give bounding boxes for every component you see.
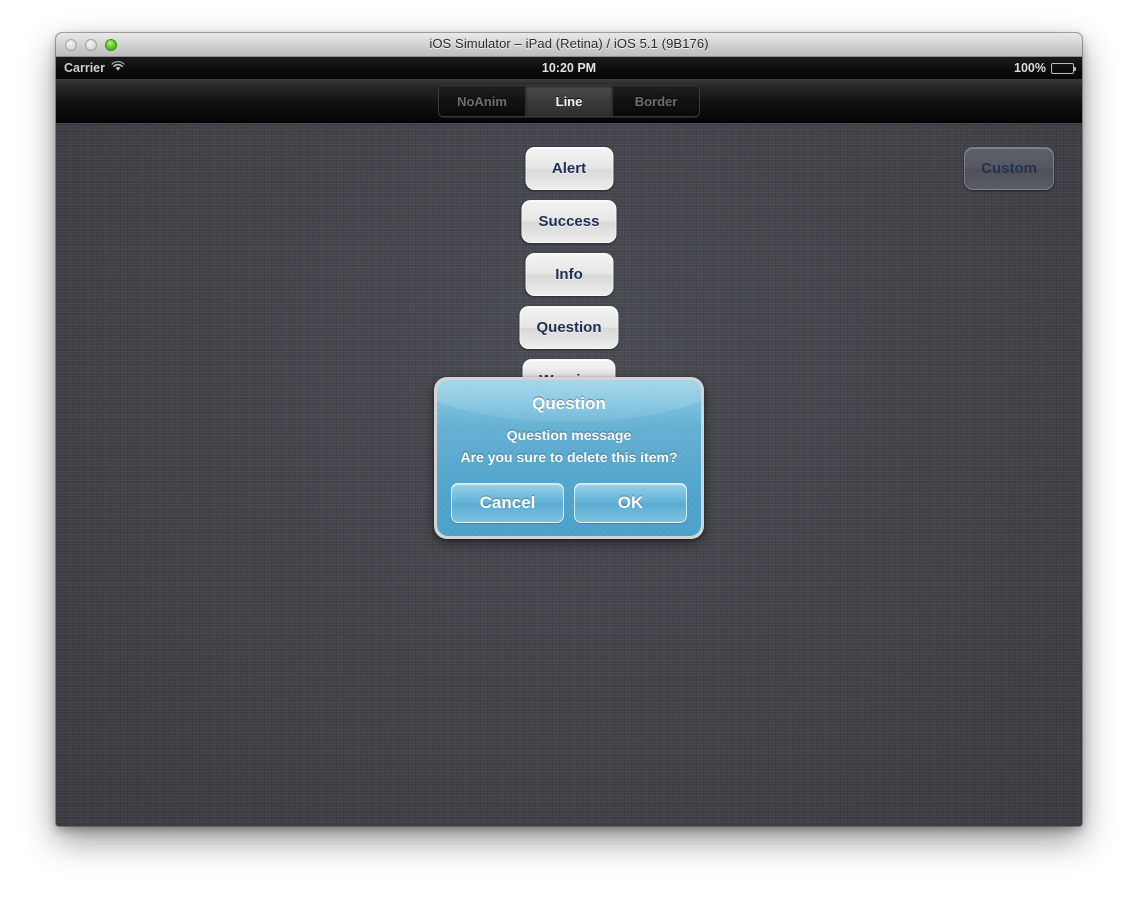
dialog-message: Question message Are you sure to delete … <box>451 425 687 468</box>
segment-noanim[interactable]: NoAnim <box>439 86 526 116</box>
success-button[interactable]: Success <box>521 200 617 243</box>
window-titlebar[interactable]: iOS Simulator – iPad (Retina) / iOS 5.1 … <box>56 33 1082 57</box>
window-title: iOS Simulator – iPad (Retina) / iOS 5.1 … <box>429 36 709 51</box>
navigation-bar: NoAnim Line Border <box>56 79 1082 123</box>
dialog-body: Question Question message Are you sure t… <box>437 380 701 536</box>
status-bar-clock: 10:20 PM <box>541 61 597 75</box>
battery-full-icon <box>1051 62 1076 74</box>
status-bar-right: 100% <box>1014 57 1076 79</box>
question-alert-dialog: Question Question message Are you sure t… <box>434 377 704 540</box>
dialog-button-row: Cancel OK <box>451 483 687 524</box>
info-button[interactable]: Info <box>524 253 613 296</box>
dialog-message-line-2: Are you sure to delete this item? <box>460 448 678 465</box>
screen-root: iOS Simulator – iPad (Retina) / iOS 5.1 … <box>0 0 1138 904</box>
app-content-area: Alert Success Info Question Warning Cust… <box>56 123 1082 826</box>
ios-status-bar: Carrier 10:20 PM 100% <box>56 57 1082 79</box>
ios-simulator-window: iOS Simulator – iPad (Retina) / iOS 5.1 … <box>56 33 1082 826</box>
alert-button[interactable]: Alert <box>524 147 613 190</box>
battery-percent-label: 100% <box>1014 61 1046 75</box>
segment-line[interactable]: Line <box>526 86 613 116</box>
custom-button[interactable]: Custom <box>964 147 1054 190</box>
cancel-button[interactable]: Cancel <box>451 483 564 524</box>
question-button[interactable]: Question <box>519 306 619 349</box>
dialog-inner-panel: Question Question message Are you sure t… <box>437 380 701 537</box>
custom-button-container: Custom <box>964 147 1054 190</box>
dialog-title: Question <box>532 394 606 413</box>
ok-button[interactable]: OK <box>574 483 687 524</box>
segment-border[interactable]: Border <box>613 86 699 116</box>
dialog-message-line-1: Question message <box>506 427 632 443</box>
animation-style-segmented-control[interactable]: NoAnim Line Border <box>438 85 700 117</box>
demo-button-stack: Alert Success Info Question Warning <box>519 147 619 402</box>
